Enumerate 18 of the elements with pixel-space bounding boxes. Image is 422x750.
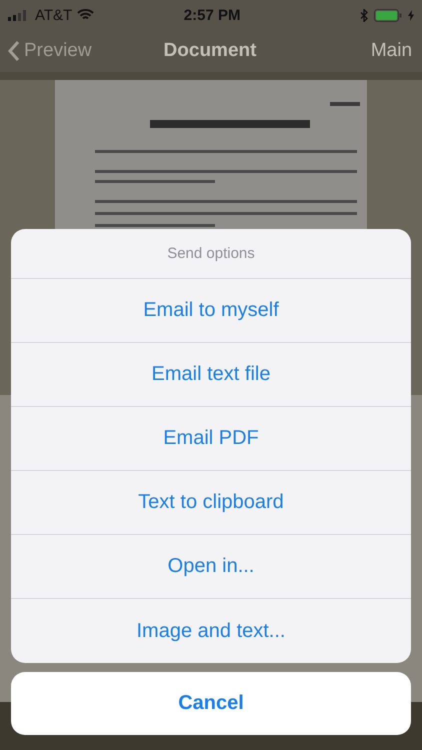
wifi-icon bbox=[77, 9, 94, 21]
carrier-name: AT&T bbox=[35, 6, 72, 24]
sheet-option[interactable]: Text to clipboard bbox=[11, 471, 411, 535]
battery-icon bbox=[374, 8, 402, 22]
status-time: 2:57 PM bbox=[182, 6, 242, 24]
charging-icon bbox=[408, 10, 414, 20]
screen-title: Document bbox=[162, 40, 258, 62]
sheet-option[interactable]: Email to myself bbox=[11, 279, 411, 343]
sheet-option[interactable]: Email PDF bbox=[11, 407, 411, 471]
sheet-option[interactable]: Email text file bbox=[11, 343, 411, 407]
sheet-title: Send options bbox=[11, 229, 411, 279]
chevron-left-icon bbox=[8, 40, 20, 62]
sheet-option[interactable]: Image and text... bbox=[11, 599, 411, 663]
main-link[interactable]: Main bbox=[277, 40, 412, 62]
bluetooth-icon bbox=[360, 8, 368, 22]
sheet-option[interactable]: Open in... bbox=[11, 535, 411, 599]
cancel-button[interactable]: Cancel bbox=[11, 672, 411, 735]
back-button[interactable]: Preview bbox=[8, 40, 143, 62]
